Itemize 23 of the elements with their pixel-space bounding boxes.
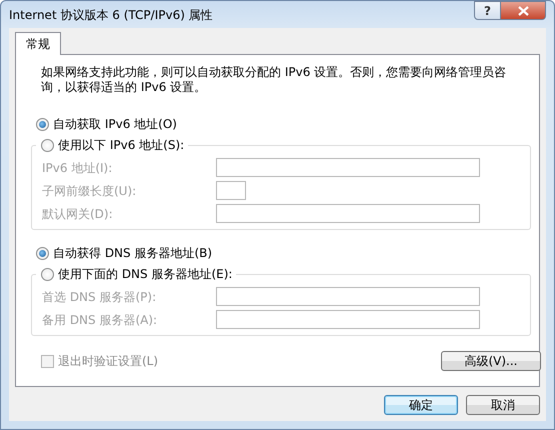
radio-button[interactable] [41, 138, 54, 152]
help-button[interactable]: ? [474, 1, 501, 20]
advanced-button[interactable]: 高级(V)... [441, 351, 541, 371]
radio-label: 使用下面的 DNS 服务器地址(E): [58, 266, 232, 283]
radio-button[interactable] [36, 118, 49, 130]
radio-button[interactable] [36, 246, 49, 260]
close-button[interactable] [501, 1, 546, 20]
description-text: 如果网络支持此功能，则可以自动获取分配的 IPv6 设置。否则，您需要向网络管理员咨询，以获得适当的 IPv6 设置。 [41, 65, 508, 95]
field-label: 首选 DNS 服务器(P): [42, 288, 158, 306]
dialog-button[interactable]: 确定 [384, 395, 458, 415]
field-label: 子网前缀长度(U): [42, 182, 138, 200]
close-icon [518, 6, 528, 16]
field-label: 默认网关(D): [42, 206, 114, 222]
radio-button[interactable] [41, 268, 54, 280]
tab[interactable]: 常规 [15, 32, 61, 55]
radio-label: 自动获取 IPv6 地址(O) [53, 116, 177, 133]
radio-label: 使用以下 IPv6 地址(S): [58, 137, 184, 154]
field-label: 备用 DNS 服务器(A): [42, 312, 158, 328]
dialog-button[interactable]: 取消 [466, 395, 540, 415]
checkbox-label: 退出时验证设置(L) [58, 353, 158, 370]
window-title: Internet 协议版本 6 (TCP/IPv6) 属性 [9, 6, 213, 24]
field-label: IPv6 地址(I): [42, 160, 114, 176]
radio-label: 自动获得 DNS 服务器地址(B) [53, 245, 212, 262]
